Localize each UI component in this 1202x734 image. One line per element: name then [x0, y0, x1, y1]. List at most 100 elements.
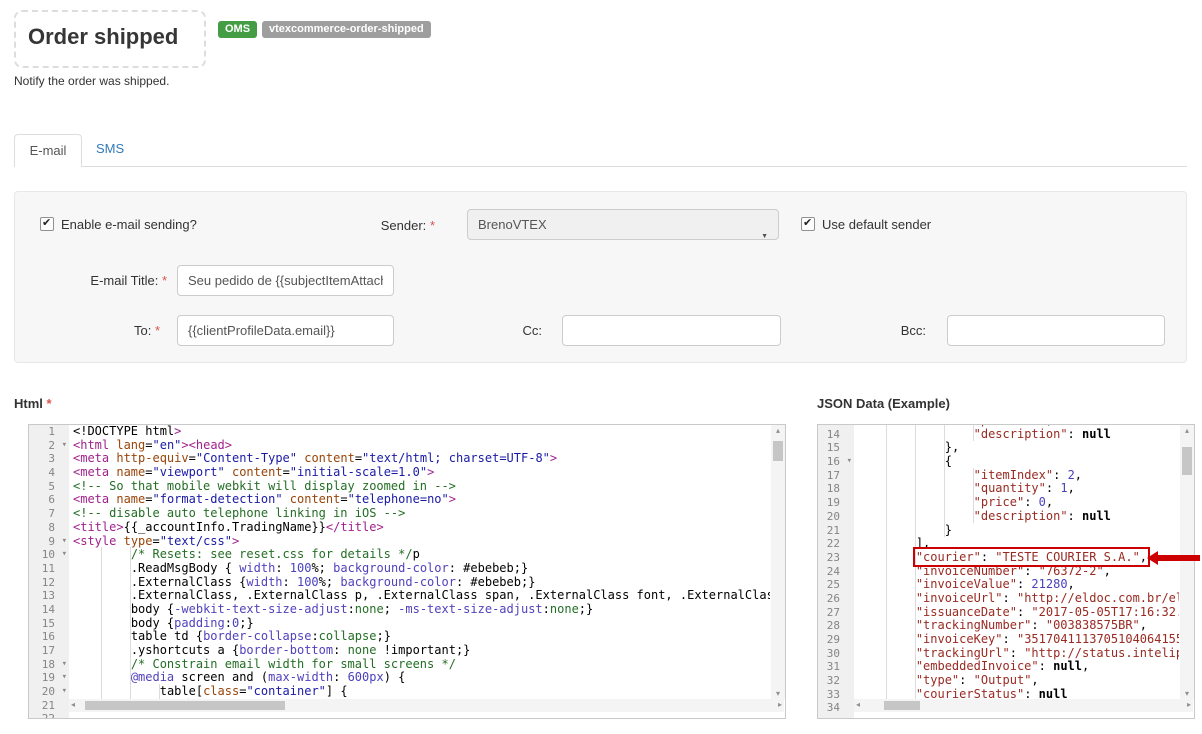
html-code-editor[interactable]: 12▾3456789▾10▾1112131415161718▾19▾20▾212… [28, 424, 786, 719]
code-fold-icon[interactable]: ▾ [62, 671, 67, 685]
scroll-left-icon[interactable]: ◂ [71, 700, 75, 709]
required-asterisk: * [47, 396, 52, 411]
scrollbar-thumb[interactable] [85, 701, 285, 710]
gutter-line-number: 3 [29, 452, 69, 466]
code-line: "description": null [858, 510, 1179, 524]
use-default-sender-checkbox[interactable] [801, 217, 815, 231]
gutter-line-number: 17 [29, 644, 69, 658]
gutter-line-number: 5 [29, 480, 69, 494]
gutter-line-number: 23 [818, 551, 854, 565]
code-line: }, [858, 441, 1179, 455]
gutter-line-number: 15 [29, 617, 69, 631]
tab-sms[interactable]: SMS [96, 141, 124, 156]
gutter-line-number: 16 [29, 630, 69, 644]
gutter-line-number: 16▾ [818, 455, 854, 469]
code-line: <html lang="en"><head> [73, 439, 770, 453]
code-line: <!-- disable auto telephone linking in i… [73, 507, 770, 521]
horizontal-scrollbar[interactable]: ◂▸ [854, 699, 1193, 712]
gutter-line-number: 12 [29, 576, 69, 590]
code-line: <meta name="viewport" content="initial-s… [73, 466, 770, 480]
enable-email-label: Enable e-mail sending? [61, 217, 197, 232]
gutter-line-number: 15 [818, 441, 854, 455]
gutter-line-number: 9▾ [29, 535, 69, 549]
gutter-line-number: 14 [29, 603, 69, 617]
horizontal-scrollbar[interactable]: ◂▸ [69, 699, 784, 712]
gutter-line-number: 13 [29, 589, 69, 603]
gutter-line-number: 27 [818, 606, 854, 620]
to-input[interactable] [177, 315, 394, 346]
gutter-line-number: 21 [818, 524, 854, 538]
gutter-line-number: 20 [818, 510, 854, 524]
tabbar-divider [14, 166, 1187, 167]
code-line: table td {border-collapse:collapse;} [73, 630, 770, 644]
scrollbar-thumb[interactable] [884, 701, 920, 710]
scroll-down-icon[interactable]: ▾ [771, 689, 785, 698]
cc-input[interactable] [562, 315, 781, 346]
code-line: @media screen and (max-width: 600px) { [73, 671, 770, 685]
code-line: "invoiceUrl": "http://eldoc.com.br/eld [858, 592, 1179, 606]
code-fold-icon[interactable]: ▾ [62, 535, 67, 549]
email-title-input[interactable] [177, 265, 394, 296]
scroll-down-icon[interactable]: ▾ [1180, 689, 1194, 698]
tab-email[interactable]: E-mail [14, 134, 82, 167]
chevron-down-icon: ▼ [761, 222, 768, 251]
code-line: "issuanceDate": "2017-05-05T17:16:32.1 [858, 606, 1179, 620]
gutter-line-number: 18 [818, 482, 854, 496]
required-asterisk: * [162, 273, 167, 288]
gutter-line-number: 18▾ [29, 658, 69, 672]
code-line: "invoiceValue": 21280, [858, 578, 1179, 592]
code-line: body {padding:0;} [73, 617, 770, 631]
scroll-left-icon[interactable]: ◂ [856, 700, 860, 709]
code-line: "trackingUrl": "http://status.intelipo [858, 647, 1179, 661]
code-line: "quantity": 1, [858, 482, 1179, 496]
enable-email-checkbox[interactable] [40, 217, 54, 231]
gutter-line-number: 10▾ [29, 548, 69, 562]
code-line: "embeddedInvoice": null, [858, 660, 1179, 674]
scroll-up-icon[interactable]: ▴ [1180, 426, 1194, 435]
gutter-line-number: 24 [818, 565, 854, 579]
editor-code-area[interactable]: <!DOCTYPE html><html lang="en"><head><me… [69, 425, 770, 718]
code-fold-icon[interactable]: ▾ [62, 548, 67, 562]
code-line: "price": 0, [858, 496, 1179, 510]
gutter-line-number: 19 [818, 496, 854, 510]
page-title: Order shipped [28, 24, 178, 50]
scrollbar-thumb[interactable] [773, 441, 783, 461]
gutter-line-number: 33 [818, 688, 854, 702]
code-line: .ExternalClass {width: 100%; background-… [73, 576, 770, 590]
gutter-line-number: 19▾ [29, 671, 69, 685]
code-fold-icon[interactable]: ▾ [62, 685, 67, 699]
code-line: /* Constrain email width for small scree… [73, 658, 770, 672]
gutter-line-number: 20▾ [29, 685, 69, 699]
code-line: "type": "Output", [858, 674, 1179, 688]
required-asterisk: * [155, 323, 160, 338]
cc-label: Cc: [494, 323, 542, 338]
code-line: "description": null [858, 428, 1179, 442]
code-fold-icon[interactable]: ▾ [62, 439, 67, 453]
scrollbar-thumb[interactable] [1182, 447, 1192, 475]
arrow-shaft [1157, 555, 1200, 561]
code-line [73, 712, 770, 718]
gutter-line-number: 32 [818, 674, 854, 688]
scroll-right-icon[interactable]: ▸ [778, 700, 782, 709]
scroll-up-icon[interactable]: ▴ [771, 426, 785, 435]
scroll-right-icon[interactable]: ▸ [1187, 700, 1191, 709]
gutter-line-number: 4 [29, 466, 69, 480]
editor-gutter: 13141516▾1718192021222324252627282930313… [818, 425, 854, 718]
gutter-line-number: 6 [29, 493, 69, 507]
code-line: table[class="container"] { [73, 685, 770, 699]
vertical-scrollbar[interactable]: ▴▾ [771, 425, 785, 699]
bcc-label: Bcc: [872, 323, 926, 338]
email-title-label: E-mail Title: * [57, 273, 167, 288]
sender-select[interactable]: BrenoVTEX▼ [467, 209, 779, 240]
code-fold-icon[interactable]: ▾ [62, 658, 67, 672]
json-data-editor[interactable]: 13141516▾1718192021222324252627282930313… [817, 424, 1195, 719]
code-fold-icon[interactable]: ▾ [847, 455, 852, 469]
sender-label: Sender: * [355, 218, 435, 233]
courier-highlight-arrow [1147, 551, 1200, 565]
oms-badge: OMS [218, 21, 257, 38]
bcc-input[interactable] [947, 315, 1165, 346]
use-default-sender-label: Use default sender [822, 217, 931, 232]
code-line: "trackingNumber": "003838575BR", [858, 619, 1179, 633]
editor-code-area[interactable]: "price": 0, "description": null }, { "it… [854, 425, 1179, 718]
code-line: "itemIndex": 2, [858, 469, 1179, 483]
